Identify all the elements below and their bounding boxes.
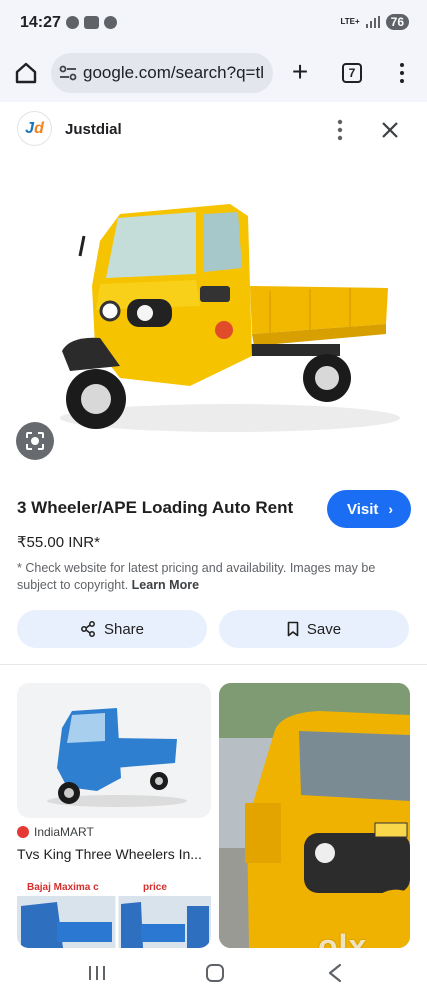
status-bar: 14:27 LTE+ 76 [0,0,427,46]
indiamart-logo [17,826,29,838]
more-options-icon[interactable] [330,118,350,142]
lens-icon [26,432,44,450]
close-icon[interactable] [378,118,402,142]
source-header: Jd Justdial [0,102,427,156]
related-image-yellow-auto-front[interactable] [219,683,410,948]
recents-icon[interactable] [88,965,106,981]
browser-toolbar: google.com/search?q=tl + 7 [0,46,427,102]
home-nav-icon[interactable] [206,964,224,982]
system-icons: LTE+ 76 [340,14,409,30]
chrome-icon [66,16,79,29]
system-nav-bar [0,948,427,998]
home-button[interactable] [13,60,39,86]
related-image-tvs-king[interactable] [17,683,211,818]
related-source: IndiaMART [17,825,94,839]
result-price: ₹55.00 INR* [17,534,100,551]
network-type: LTE+ [340,17,360,26]
blue-auto-image [47,708,187,807]
yellow-auto-front-image [219,683,410,948]
result-image[interactable] [0,156,427,476]
divider [0,664,427,665]
site-settings-icon[interactable] [59,65,77,81]
address-bar[interactable]: google.com/search?q=tl [51,53,273,93]
battery-icon: 76 [385,14,409,30]
app-notification-icon [84,16,99,29]
status-time: 14:27 [20,14,61,31]
home-icon [15,62,37,84]
related-image-bajaj-maxima[interactable]: Bajaj Maxima c price [17,878,211,948]
browser-menu-button[interactable] [394,60,410,86]
new-tab-button[interactable]: + [287,58,313,87]
notification-icons [66,16,117,29]
bookmark-icon [287,621,299,637]
url-text[interactable]: google.com/search?q=tl [83,63,269,83]
chevron-right-icon: › [388,501,393,517]
related-title[interactable]: Tvs King Three Wheelers In... [17,846,211,862]
source-name[interactable]: Justdial [65,121,122,138]
learn-more-link[interactable]: Learn More [132,578,199,592]
share-icon [81,621,95,637]
visit-button[interactable]: Visit › [327,490,411,528]
result-title: 3 Wheeler/APE Loading Auto Rent [17,498,294,517]
share-button[interactable]: Share [17,610,207,648]
google-lens-button[interactable] [16,422,54,460]
back-icon[interactable] [326,963,344,983]
signal-icon [365,16,380,28]
app-notification-icon [104,16,117,29]
save-button[interactable]: Save [219,610,409,648]
justdial-logo: Jd [17,111,52,146]
tab-switcher-button[interactable]: 7 [342,63,362,83]
yellow-loading-auto-image [60,204,400,432]
disclaimer-text: * Check website for latest pricing and a… [17,561,376,592]
